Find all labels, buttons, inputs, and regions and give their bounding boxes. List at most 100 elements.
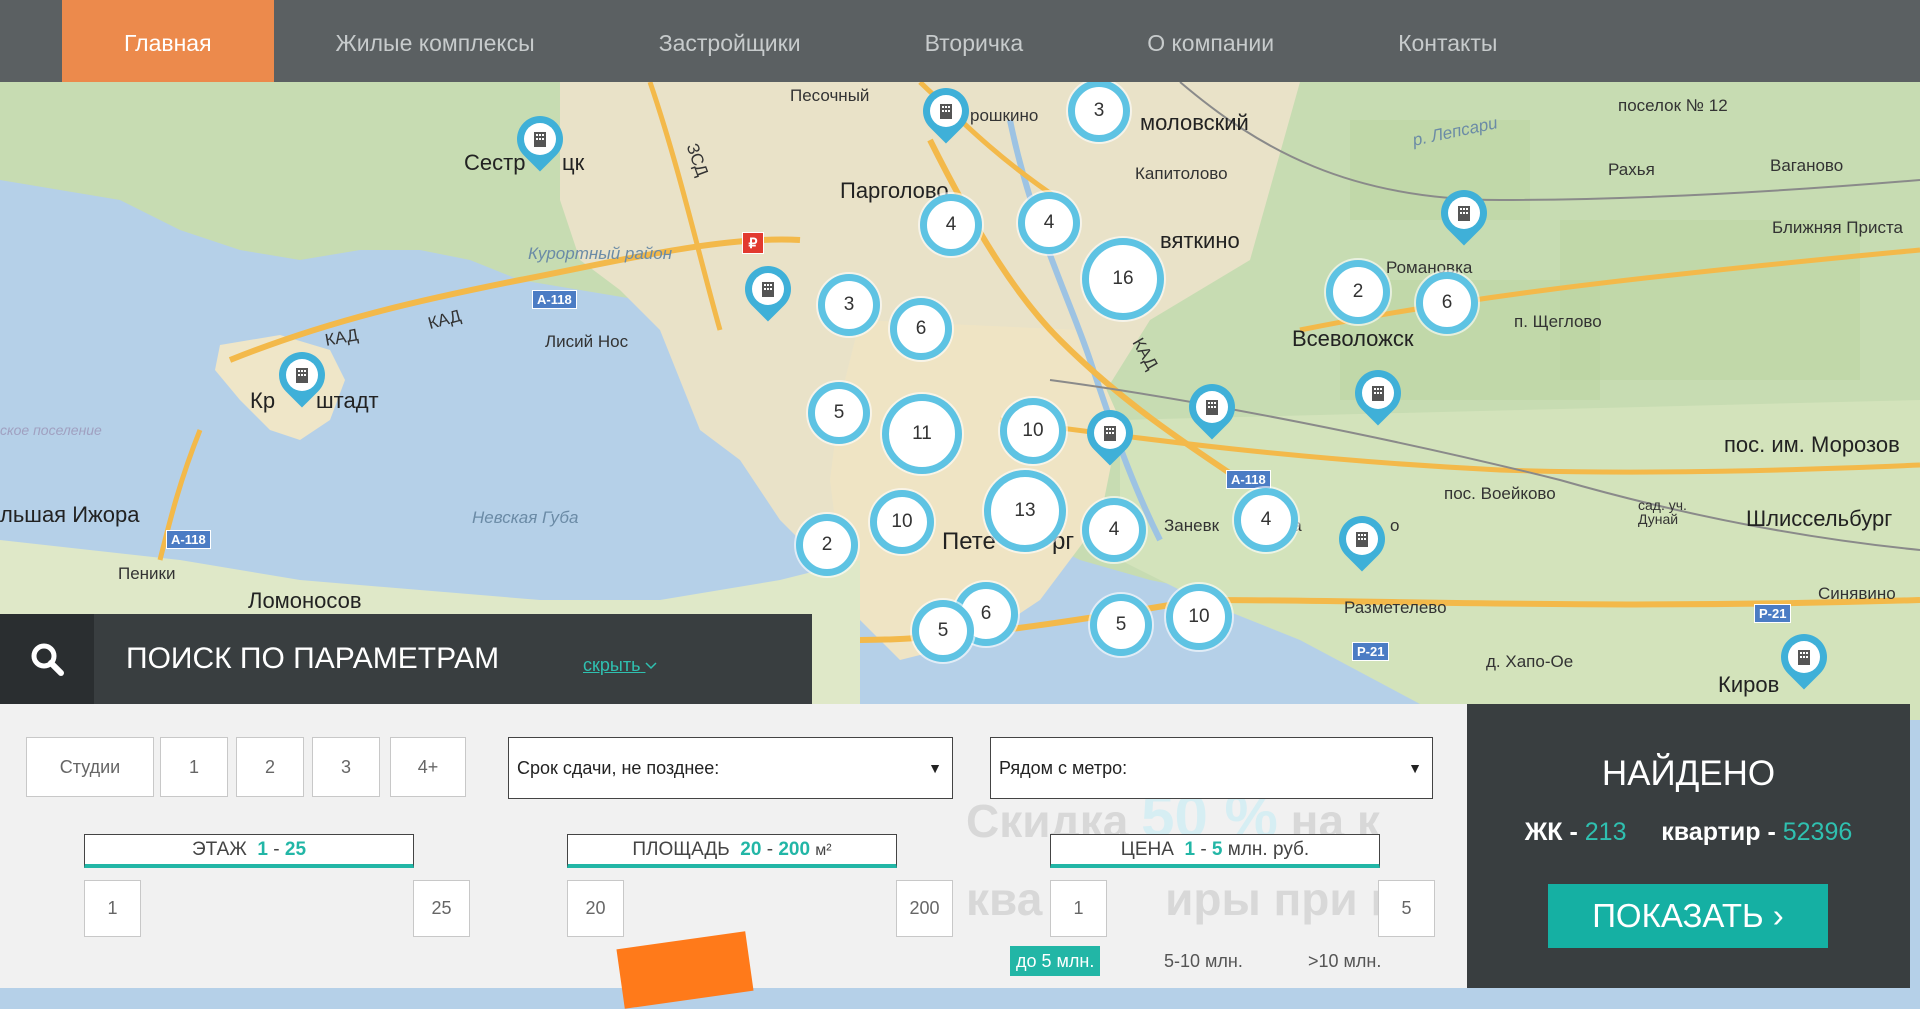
map-label-rakhya: Рахья — [1608, 160, 1655, 179]
floor-max: 25 — [284, 839, 307, 860]
nav-item-home[interactable]: Главная — [62, 0, 274, 82]
price-label: ЦЕНА — [1120, 839, 1174, 860]
price-max: 5 — [1211, 839, 1223, 860]
map-cluster[interactable]: 4 — [1082, 498, 1146, 562]
map-cluster[interactable]: 10 — [870, 490, 934, 554]
map-label-shlisselburg: Шлиссельбург — [1746, 506, 1893, 531]
search-icon — [31, 643, 64, 676]
room-filter-4plus[interactable]: 4+ — [390, 737, 466, 797]
price-preset-5-10m[interactable]: 5-10 млн. — [1158, 946, 1249, 976]
building-icon — [762, 282, 774, 297]
map-label-kronshtadt-b: штадт — [316, 388, 379, 413]
hide-search-link[interactable]: скрыть — [583, 655, 657, 676]
metro-select[interactable]: Рядом с метро: ▼ — [990, 737, 1433, 799]
map-label-peniki: Пеники — [118, 564, 176, 583]
dropdown-arrow-icon: ▼ — [1408, 760, 1422, 776]
map-cluster[interactable]: 5 — [1090, 594, 1152, 656]
map-label-toksovsky: моловский — [1140, 110, 1249, 135]
metro-select-value: Рядом с метро: — [999, 758, 1128, 778]
area-from-input[interactable]: 20 — [567, 880, 624, 937]
floor-from-input[interactable]: 1 — [84, 880, 141, 937]
map-label-shcheglovo: п. Щеглово — [1514, 312, 1602, 331]
map-label-sinyavino: Синявино — [1818, 584, 1896, 603]
map-cluster[interactable]: 5 — [912, 600, 974, 662]
floor-range-label: ЭТАЖ 1 - 25 — [84, 834, 414, 868]
price-range-label: ЦЕНА 1 - 5 млн. руб. — [1050, 834, 1380, 868]
road-badge-a118-3: А-118 — [166, 530, 211, 549]
show-results-button[interactable]: ПОКАЗАТЬ › — [1548, 884, 1828, 948]
road-badge-p21-2: Р-21 — [1754, 604, 1792, 623]
map-label-beloostrov: рошкино — [970, 106, 1039, 125]
map-label-kronshtadt-a: Кр — [250, 388, 276, 413]
map-cluster[interactable]: 16 — [1082, 238, 1164, 320]
map-label-morozova: пос. им. Морозов — [1724, 432, 1900, 457]
map-cluster[interactable]: 5 — [808, 382, 870, 444]
nav-item-about[interactable]: О компании — [1085, 0, 1336, 82]
range-separator: - — [766, 839, 774, 860]
ruble-poi-icon: ₽ — [742, 232, 764, 254]
room-filter-3[interactable]: 3 — [312, 737, 380, 797]
room-filter-studio[interactable]: Студии — [26, 737, 154, 797]
map-cluster[interactable]: 2 — [1326, 260, 1390, 324]
apartment-count-label: квартир - — [1661, 818, 1776, 846]
nav-item-developers[interactable]: Застройщики — [597, 0, 863, 82]
room-filter-1[interactable]: 1 — [160, 737, 228, 797]
price-from-input[interactable]: 1 — [1050, 880, 1107, 937]
map-label-nevskaya-guba: Невская Губа — [472, 508, 579, 527]
deadline-select-value: Срок сдачи, не позднее: — [517, 758, 720, 778]
map-label-vaganovo: Ваганово — [1770, 156, 1844, 175]
map-cluster[interactable]: 4 — [1234, 488, 1298, 552]
map-label-kurortny: Курортный район — [528, 244, 673, 263]
area-max: 200 — [778, 839, 811, 860]
map-label-urban-settlement: ское поселение — [0, 422, 102, 438]
map-cluster[interactable]: 13 — [984, 470, 1066, 552]
map-cluster[interactable]: 2 — [796, 514, 858, 576]
map-label-sad-dunay: сад. уч. Дунай — [1638, 497, 1687, 527]
map-label-razmetelevo: Разметелево — [1344, 598, 1447, 617]
price-preset-over-10m[interactable]: >10 млн. — [1302, 946, 1387, 976]
building-icon — [1458, 206, 1470, 221]
map-cluster[interactable]: 10 — [1166, 584, 1232, 650]
map-label-vsevolozhsk: Всеволожск — [1292, 326, 1414, 351]
building-icon — [1206, 400, 1218, 415]
floor-to-input[interactable]: 25 — [413, 880, 470, 937]
area-unit: м² — [815, 842, 832, 859]
map-cluster[interactable]: 6 — [1416, 272, 1478, 334]
map-label-blizhnyaya: Ближняя Приста — [1772, 218, 1903, 237]
map-label-sestroretsk-a: Сестр — [464, 150, 526, 175]
nav-item-secondary[interactable]: Вторичка — [863, 0, 1086, 82]
map-label-zanevka: Заневк — [1164, 516, 1220, 535]
complex-count: 213 — [1584, 818, 1627, 846]
chevron-down-icon — [645, 662, 657, 670]
search-icon-button[interactable] — [0, 614, 94, 704]
map-cluster[interactable]: 4 — [920, 194, 982, 256]
results-title: НАЙДЕНО — [1601, 754, 1776, 793]
map-label-pavlovo-b: о — [1390, 516, 1400, 535]
building-icon — [1104, 426, 1116, 441]
building-icon — [940, 104, 952, 119]
map-cluster[interactable]: 10 — [1000, 398, 1066, 464]
area-min: 20 — [740, 839, 762, 860]
area-to-input[interactable]: 200 — [896, 880, 953, 937]
map-cluster[interactable]: 3 — [1068, 80, 1130, 142]
map-label-lisiy-nos: Лисий Нос — [545, 332, 629, 351]
price-to-input[interactable]: 5 — [1378, 880, 1435, 937]
nav-item-residential-complexes[interactable]: Жилые комплексы — [274, 0, 597, 82]
map-cluster[interactable]: 11 — [882, 394, 962, 474]
map-cluster[interactable]: 6 — [890, 298, 952, 360]
map-cluster[interactable]: 3 — [818, 274, 880, 336]
search-panel-title: ПОИСК ПО ПАРАМЕТРАМ — [126, 642, 500, 675]
price-unit: млн. руб. — [1227, 839, 1310, 860]
area-label: ПЛОЩАДЬ — [632, 839, 730, 860]
map-label-vyatkino: вяткино — [1160, 228, 1240, 253]
price-preset-under-5m[interactable]: до 5 млн. — [1010, 946, 1101, 976]
nav-item-contacts[interactable]: Контакты — [1336, 0, 1559, 82]
map-label-pesochny: Песочный — [790, 86, 870, 105]
map-label-peterburg: Пете — [942, 528, 996, 555]
map-cluster[interactable]: 4 — [1018, 192, 1080, 254]
map-label-khapo-oe: д. Хапо-Ое — [1486, 652, 1574, 671]
apartment-count: 52396 — [1782, 818, 1853, 846]
map-label-sestroretsk-b: цк — [562, 150, 585, 175]
deadline-select[interactable]: Срок сдачи, не позднее: ▼ — [508, 737, 953, 799]
room-filter-2[interactable]: 2 — [236, 737, 304, 797]
